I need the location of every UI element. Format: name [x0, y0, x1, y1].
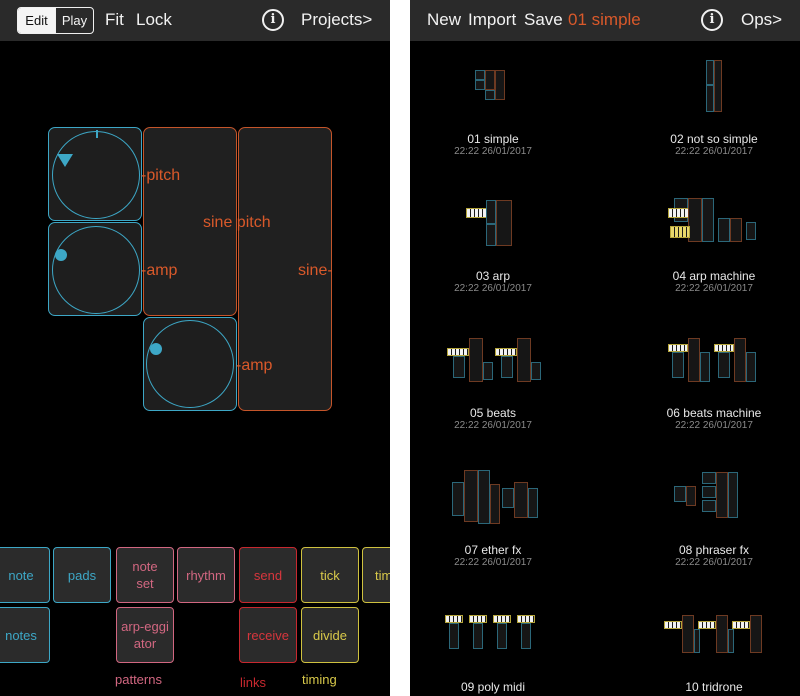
project-name: 02 not so simple [670, 132, 758, 146]
note-module-button[interactable]: note [0, 547, 50, 603]
knob-indicator-dot-2 [150, 343, 162, 355]
project-date: 22:22 26/01/2017 [454, 420, 532, 431]
project-name: 01 simple [467, 132, 519, 146]
info-icon[interactable]: i [701, 9, 723, 31]
project-browser-screen: New Import Save 01 simple i Ops> 01 simp… [410, 0, 800, 696]
pads-module-button[interactable]: pads [53, 547, 111, 603]
editor-toolbar: Edit Play Fit Lock i Projects> [0, 0, 390, 41]
amp-knob-2[interactable] [146, 320, 234, 408]
mode-segmented-control: Edit Play [17, 7, 94, 34]
project-date: 22:22 26/01/2017 [675, 146, 753, 157]
rhythm-module-button[interactable]: rhythm [177, 547, 235, 603]
current-project-title: 01 simple [568, 10, 641, 29]
project-date: 22:22 26/01/2017 [675, 420, 753, 431]
project-date: 22:22 26/01/2017 [675, 557, 753, 568]
project-name: 09 poly midi [460, 680, 526, 694]
patch-editor-screen: Edit Play Fit Lock i Projects> -pitch -a… [0, 0, 390, 696]
timing-category-label: timing [302, 672, 337, 687]
play-mode-button[interactable]: Play [55, 8, 93, 33]
project-name: 06 beats machine [666, 406, 762, 420]
save-button[interactable]: Save [524, 9, 563, 31]
project-date: 22:22 26/01/2017 [675, 283, 753, 294]
divide-module-button[interactable]: divide [301, 607, 359, 663]
projects-button[interactable]: Projects> [301, 9, 372, 31]
knob-indicator-dot [55, 249, 67, 261]
fit-button[interactable]: Fit [105, 9, 124, 31]
browser-toolbar: New Import Save 01 simple i Ops> [410, 0, 800, 41]
project-name: 05 beats [469, 406, 517, 420]
project-name: 07 ether fx [464, 543, 522, 557]
patterns-category-label: patterns [115, 672, 162, 687]
links-category-label: links [240, 675, 267, 690]
note-set-module-button[interactable]: note set [116, 547, 174, 603]
new-button[interactable]: New [427, 9, 461, 31]
project-name: 04 arp machine [672, 269, 756, 283]
tick-module-button[interactable]: tick [301, 547, 359, 603]
project-date: 22:22 26/01/2017 [454, 146, 532, 157]
pitch-knob[interactable] [52, 130, 140, 219]
ops-button[interactable]: Ops> [741, 9, 782, 31]
sine-pitch-port-label[interactable]: sine pitch [203, 213, 271, 233]
time-module-button-partial[interactable]: tim [362, 547, 390, 603]
arpeggiator-module-button[interactable]: arp-eggiator [116, 607, 174, 663]
project-name: 10 tridrone [685, 680, 743, 694]
amp-port-label[interactable]: -amp [141, 261, 177, 281]
notes-module-button[interactable]: notes [0, 607, 50, 663]
edit-mode-button[interactable]: Edit [18, 8, 55, 33]
project-date: 22:22 26/01/2017 [454, 283, 532, 294]
pitch-port-label[interactable]: -pitch [141, 166, 180, 186]
receive-module-button[interactable]: receive [239, 607, 297, 663]
project-name: 03 arp [475, 269, 511, 283]
knob-tick [96, 130, 98, 138]
arpeggiator-label: arp-eggiator [121, 619, 169, 651]
info-icon[interactable]: i [262, 9, 284, 31]
amp-port-label-2[interactable]: -amp [236, 356, 272, 376]
amp-knob[interactable] [52, 226, 140, 314]
import-button[interactable]: Import [468, 9, 516, 31]
sine-output-port-label[interactable]: sine- [298, 261, 333, 281]
knob-indicator-triangle [57, 154, 73, 167]
send-module-button[interactable]: send [239, 547, 297, 603]
project-name: 08 phraser fx [678, 543, 750, 557]
lock-button[interactable]: Lock [136, 9, 172, 31]
project-date: 22:22 26/01/2017 [454, 557, 532, 568]
